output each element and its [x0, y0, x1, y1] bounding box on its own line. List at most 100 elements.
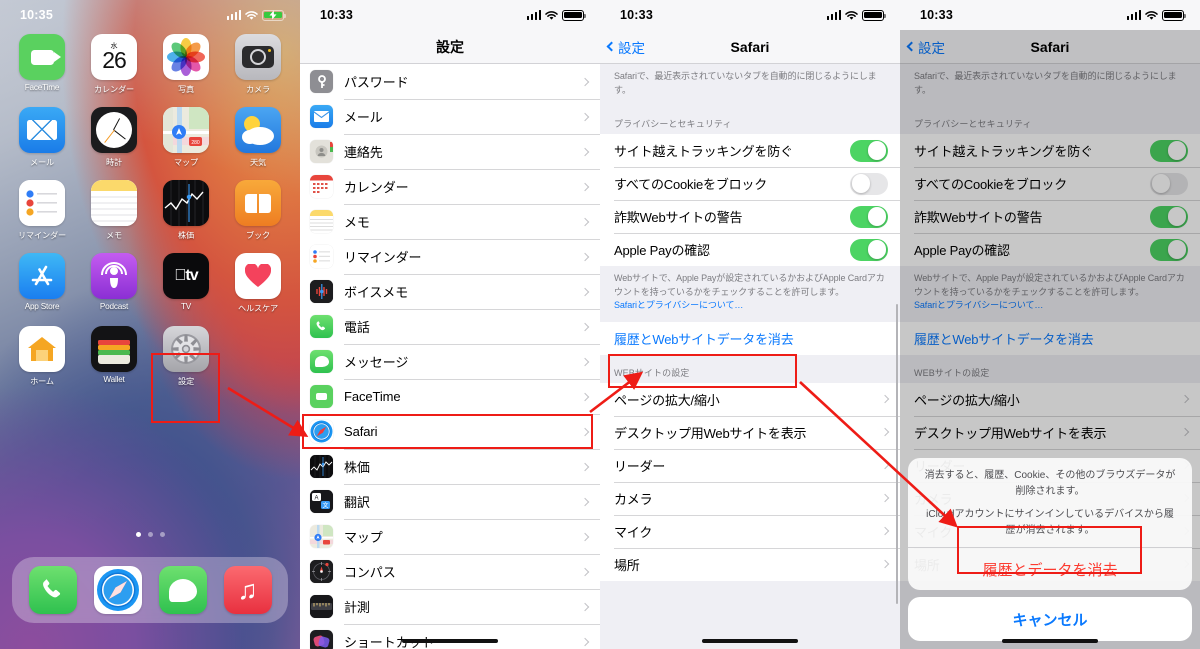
app-label: メモ: [106, 231, 122, 240]
app-calendar[interactable]: 水 26 カレンダー: [84, 34, 144, 95]
settings-row-facetime[interactable]: FaceTime: [300, 379, 600, 414]
app-podcasts[interactable]: Podcast: [84, 253, 144, 314]
clear-history-and-data-button[interactable]: 履歴とデータを消去: [908, 547, 1192, 590]
app-grid: FaceTime 水 26 カレンダー 写真 カメラ メール 時計 280 マッ…: [0, 34, 300, 399]
page-dots[interactable]: [0, 532, 300, 537]
app-camera[interactable]: カメラ: [228, 34, 288, 95]
maps-icon: 280: [163, 107, 209, 153]
settings-row-contacts[interactable]: 連絡先: [300, 134, 600, 169]
app-notes[interactable]: メモ: [84, 180, 144, 241]
row-camera[interactable]: カメラ: [600, 481, 900, 515]
safari-compass-icon[interactable]: [93, 566, 142, 614]
status-bar: 10:33: [900, 0, 1200, 30]
settings-row-shortcuts[interactable]: ショートカット: [300, 624, 600, 649]
row-location[interactable]: 場所: [600, 547, 900, 581]
screenshot-stage: 10:35 FaceTime 水 26 カレンダー 写真 カメラ メール 時計 …: [0, 0, 1200, 649]
toggle-prevent-cross-site-tracking[interactable]: [850, 139, 888, 162]
phone-icon[interactable]: [28, 566, 77, 614]
row-request-desktop-website[interactable]: デスクトップ用Webサイトを表示: [600, 415, 900, 449]
row-label: マイク: [614, 524, 653, 540]
settings-row-notes[interactable]: メモ: [300, 204, 600, 239]
settings-row-reminders[interactable]: リマインダー: [300, 239, 600, 274]
settings-row-translate[interactable]: A文 翻訳: [300, 484, 600, 519]
chevron-right-icon: [580, 532, 590, 541]
app-photos[interactable]: 写真: [156, 34, 216, 95]
app-label: 設定: [178, 377, 194, 386]
toggle-fraudulent-website-warning[interactable]: [850, 205, 888, 228]
chevron-right-icon: [580, 567, 590, 576]
row-check-for-apple-pay[interactable]: Apple Payの確認: [600, 233, 900, 266]
row-clear-history-and-website-data[interactable]: 履歴とWebサイトデータを消去: [600, 322, 900, 355]
row-microphone[interactable]: マイク: [600, 514, 900, 548]
settings-row-safari[interactable]: Safari: [300, 414, 600, 449]
row-reader[interactable]: リーダー: [600, 448, 900, 482]
settings-row-calendar[interactable]: カレンダー: [300, 169, 600, 204]
back-button[interactable]: 設定: [606, 37, 645, 57]
row-label: デスクトップ用Webサイトを表示: [614, 425, 807, 441]
app-health[interactable]: ヘルスケア: [228, 253, 288, 314]
chevron-right-icon: [880, 427, 890, 437]
row-fraudulent-website-warning[interactable]: 詐欺Webサイトの警告: [600, 200, 900, 233]
app-facetime[interactable]: FaceTime: [12, 34, 72, 95]
app-settings[interactable]: 設定: [156, 326, 216, 387]
toggle-check-for-apple-pay[interactable]: [850, 238, 888, 261]
status-time: 10:35: [20, 8, 53, 22]
settings-scroll-area[interactable]: パスワード メール 連絡先 カレンダー メモ リマインダー ボイスメモ 電話 メ…: [300, 64, 600, 649]
chevron-right-icon: [880, 394, 890, 404]
app-reminders[interactable]: リマインダー: [12, 180, 72, 241]
website-rows: ページの拡大/縮小 デスクトップ用Webサイトを表示 リーダー カメラ: [600, 382, 900, 581]
toggle-block-all-cookies[interactable]: [850, 172, 888, 195]
battery-icon: [562, 9, 587, 21]
home-indicator: [702, 639, 798, 643]
app-wallet[interactable]: Wallet: [84, 326, 144, 387]
app-weather[interactable]: 天気: [228, 107, 288, 168]
settings-row-voice-memos[interactable]: ボイスメモ: [300, 274, 600, 309]
settings-row-label: リマインダー: [344, 250, 422, 265]
app-clock[interactable]: 時計: [84, 107, 144, 168]
row-block-all-cookies[interactable]: すべてのCookieをブロック: [600, 167, 900, 200]
podcasts-icon: [91, 253, 137, 299]
settings-row-messages[interactable]: メッセージ: [300, 344, 600, 379]
app-books[interactable]: ブック: [228, 180, 288, 241]
safari-settings-dimmed: 10:33 設定 Safari Safariで、最近表示されていないタブを自動的…: [900, 0, 1200, 649]
app-home[interactable]: ホーム: [12, 326, 72, 387]
settings-row-phone[interactable]: 電話: [300, 309, 600, 344]
settings-row-stocks[interactable]: 株価: [300, 449, 600, 484]
chevron-right-icon: [880, 460, 890, 470]
message-line-2: iCloudアカウントにサインインしているデバイスから履歴が消去されます。: [926, 509, 1174, 536]
stocks-icon: [163, 180, 209, 226]
maps-icon: [310, 525, 333, 548]
cancel-button[interactable]: キャンセル: [908, 597, 1192, 641]
chevron-left-icon: [606, 41, 617, 52]
vertical-scrollbar[interactable]: [895, 304, 898, 604]
app-maps[interactable]: 280 マップ: [156, 107, 216, 168]
privacy-rows: サイト越えトラッキングを防ぐ すべてのCookieをブロック 詐欺Webサイトの…: [600, 134, 900, 266]
privacy-footer: Webサイトで、Apple Payが設定されているかおよびApple Cardア…: [600, 266, 900, 322]
app-tv[interactable]: tv TV: [156, 253, 216, 314]
row-label: サイト越えトラッキングを防ぐ: [614, 144, 793, 159]
settings-row-measure[interactable]: 計測: [300, 589, 600, 624]
settings-row-passwords[interactable]: パスワード: [300, 64, 600, 99]
app-app-store[interactable]: App Store: [12, 253, 72, 314]
about-safari-privacy-link[interactable]: Safariとプライバシーについて…: [614, 300, 743, 310]
messages-icon[interactable]: [158, 566, 207, 614]
settings-row-label: コンパス: [344, 565, 396, 580]
status-indicators: [226, 9, 287, 21]
settings-row-maps[interactable]: マップ: [300, 519, 600, 554]
row-prevent-cross-site-tracking[interactable]: サイト越えトラッキングを防ぐ: [600, 134, 900, 167]
svg-text:文: 文: [322, 502, 328, 510]
music-icon[interactable]: ♫: [223, 566, 272, 614]
home-indicator: [1002, 639, 1098, 643]
app-stocks[interactable]: 株価: [156, 180, 216, 241]
wifi-icon: [845, 10, 858, 20]
settings-row-compass[interactable]: コンパス: [300, 554, 600, 589]
settings-row-mail[interactable]: メール: [300, 99, 600, 134]
chevron-right-icon: [580, 217, 590, 226]
reminders-icon: [19, 180, 65, 226]
nav-bar: 設定: [300, 30, 600, 64]
calendar-day: 26: [102, 46, 127, 73]
app-label: カレンダー: [94, 85, 134, 94]
safari-scroll-area[interactable]: Safariで、最近表示されていないタブを自動的に閉じるようにします。 プライバ…: [600, 64, 900, 649]
row-page-zoom[interactable]: ページの拡大/縮小: [600, 383, 900, 416]
app-mail[interactable]: メール: [12, 107, 72, 168]
